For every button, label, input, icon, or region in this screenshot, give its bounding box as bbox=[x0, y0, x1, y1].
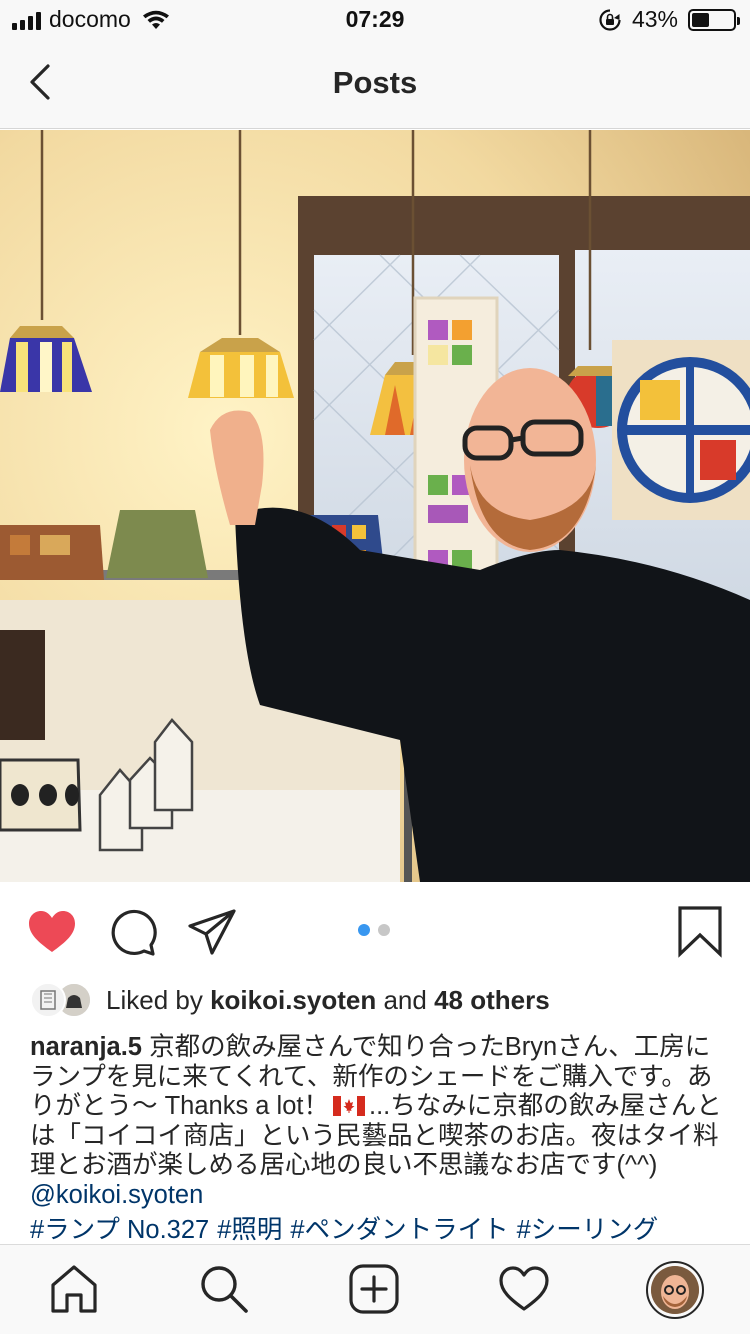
hashtag-link[interactable]: #シーリング bbox=[517, 1216, 659, 1244]
search-icon[interactable] bbox=[198, 1263, 250, 1315]
battery-icon bbox=[688, 8, 740, 31]
profile-avatar[interactable] bbox=[646, 1261, 704, 1319]
home-icon[interactable] bbox=[48, 1263, 100, 1315]
battery-fill bbox=[692, 12, 709, 27]
bookmark-icon[interactable] bbox=[674, 906, 726, 958]
comment-icon[interactable] bbox=[106, 906, 158, 958]
likes-row[interactable]: Liked by koikoi.syoten and 48 others bbox=[30, 978, 550, 1022]
status-right: 43% bbox=[598, 6, 740, 33]
post-caption: naranja.5 京都の飲み屋さんで知り合ったBrynさん、工房にランプを見に… bbox=[30, 1033, 725, 1210]
carousel-dot bbox=[378, 924, 390, 936]
hashtag-link[interactable]: #ランプ No.327 bbox=[30, 1216, 209, 1244]
carousel-indicator bbox=[358, 924, 390, 936]
page-title: Posts bbox=[332, 65, 418, 100]
carousel-dot bbox=[358, 924, 370, 936]
caption-username[interactable]: naranja.5 bbox=[30, 1033, 142, 1061]
canada-flag-icon bbox=[333, 1096, 365, 1116]
likes-text: Liked by koikoi.syoten and 48 others bbox=[106, 985, 550, 1016]
post-photo[interactable] bbox=[0, 130, 750, 882]
likes-middle: and bbox=[383, 984, 427, 1015]
rotation-lock-icon bbox=[599, 8, 621, 31]
post-photo-illustration bbox=[0, 130, 750, 882]
status-bar: docomo 07:29 43% bbox=[0, 0, 750, 40]
likes-others[interactable]: 48 others bbox=[434, 985, 550, 1015]
hashtag-link[interactable]: #照明 bbox=[217, 1216, 282, 1244]
heart-icon[interactable] bbox=[498, 1263, 550, 1315]
battery-percent: 43% bbox=[631, 6, 678, 32]
liker-avatars bbox=[30, 982, 96, 1018]
add-icon[interactable] bbox=[348, 1263, 400, 1315]
tab-bar bbox=[0, 1244, 750, 1334]
likes-prefix: Liked by bbox=[106, 984, 203, 1015]
hashtag-list: #ランプ No.327 #照明 #ペンダントライト #シーリング bbox=[30, 1215, 750, 1245]
caption-mention[interactable]: @koikoi.syoten bbox=[30, 1181, 203, 1209]
share-icon[interactable] bbox=[186, 906, 238, 958]
heart-icon[interactable] bbox=[26, 906, 78, 958]
post-actions bbox=[0, 882, 750, 980]
avatar bbox=[30, 982, 66, 1018]
nav-bar: Posts bbox=[0, 40, 750, 129]
hashtag-link[interactable]: #ペンダントライト bbox=[290, 1216, 508, 1244]
liker-username[interactable]: koikoi.syoten bbox=[210, 985, 376, 1015]
